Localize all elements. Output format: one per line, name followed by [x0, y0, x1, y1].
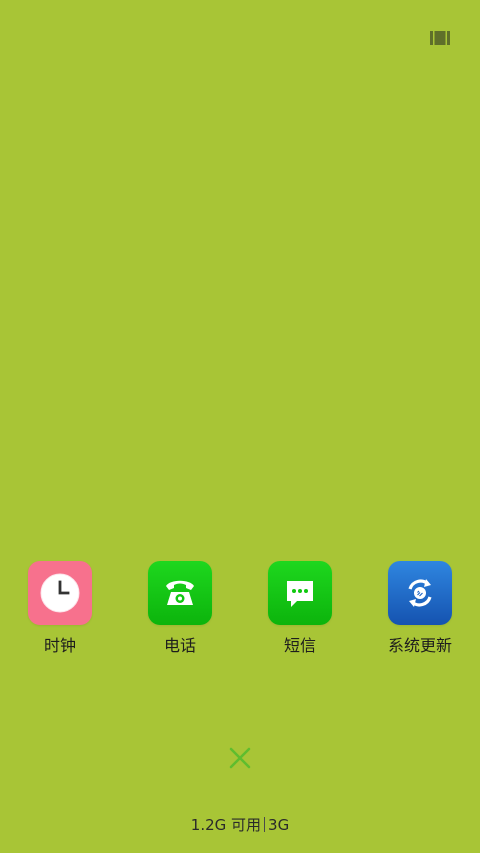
memory-available: 1.2G 可用 [190, 816, 262, 834]
network-type: 3G [268, 816, 290, 834]
phone-tile [148, 561, 212, 625]
recent-apps: 时钟 电话 短信 系统更新 [0, 561, 480, 661]
panel-toggle-icon [430, 31, 450, 45]
messages-tile [268, 561, 332, 625]
divider [264, 817, 266, 832]
phone-icon [166, 580, 194, 605]
app-clock[interactable]: 时钟 [0, 561, 120, 655]
panel-toggle-button[interactable] [428, 28, 452, 48]
app-label-messages: 短信 [283, 636, 316, 655]
memory-status: 1.2G 可用 3G [0, 815, 480, 835]
message-icon [287, 581, 313, 607]
app-system-update[interactable]: 系统更新 [360, 561, 480, 655]
close-icon [229, 747, 251, 769]
clear-recents-button[interactable] [226, 744, 254, 772]
clock-icon [40, 573, 80, 613]
app-label-clock: 时钟 [43, 636, 76, 655]
app-label-phone: 电话 [163, 636, 196, 655]
app-messages[interactable]: 短信 [240, 561, 360, 655]
app-phone[interactable]: 电话 [120, 561, 240, 655]
app-label-system-update: 系统更新 [387, 636, 452, 655]
system-update-tile [388, 561, 452, 625]
clock-tile [28, 561, 92, 625]
system-update-icon [408, 579, 432, 607]
